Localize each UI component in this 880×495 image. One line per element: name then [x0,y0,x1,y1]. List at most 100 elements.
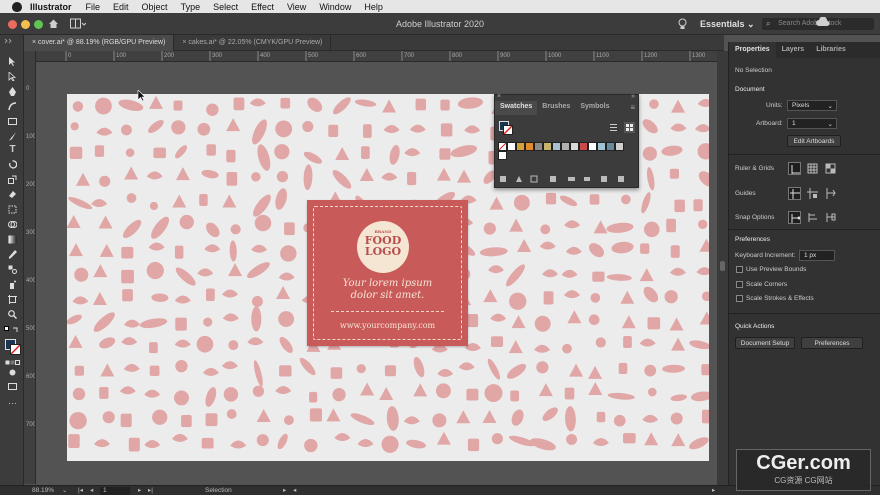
tab-cover[interactable]: × cover.ai* @ 88.19% (RGB/GPU Preview) [24,35,175,51]
menu-effect[interactable]: Effect [251,2,274,12]
menu-window[interactable]: Window [319,2,351,12]
next-artboard-icon[interactable]: ▸ [138,486,141,494]
tab-layers[interactable]: Layers [776,42,811,58]
zoom-tool-icon[interactable] [8,310,17,319]
apple-icon[interactable] [12,1,22,12]
swatch[interactable] [516,142,525,151]
logo-card[interactable]: BRAND FOOD LOGO Your lorem ipsum dolor s… [307,200,468,346]
swatch-none[interactable] [498,142,507,151]
menu-help[interactable]: Help [364,2,383,12]
swatch-registration[interactable] [507,142,516,151]
artboard-tool-icon[interactable] [8,295,17,304]
swatch[interactable] [543,142,552,151]
eyedropper-tool-icon[interactable] [8,250,17,259]
swatch[interactable] [606,142,615,151]
free-transform-tool-icon[interactable] [8,205,17,214]
tab-close-icon[interactable]: × [32,39,36,46]
swatch[interactable] [579,142,588,151]
scale-tool-icon[interactable] [8,175,17,184]
tab-brushes[interactable]: Brushes [537,101,575,115]
show-guides-icon[interactable] [788,187,801,200]
tab-libraries[interactable]: Libraries [810,42,852,58]
gradient-tool-icon[interactable] [8,235,17,244]
swatch[interactable] [561,142,570,151]
tab-symbols[interactable]: Symbols [575,101,614,115]
stroke-swatch[interactable] [503,125,513,135]
vertical-scrollbar[interactable] [717,51,728,485]
swatches-footer-icons[interactable] [498,175,633,184]
panel-collapse-icon[interactable]: » [631,93,635,100]
draw-mode-icon[interactable] [8,368,17,377]
preferences-button[interactable]: Preferences [801,337,863,349]
tab-close-icon[interactable]: × [182,39,186,46]
workspace-switcher[interactable]: Essentials ⌄ [700,19,755,30]
snap-to-point-icon[interactable] [788,211,801,224]
tab-cakes[interactable]: × cakes.ai* @ 22.05% (CMYK/GPU Preview) [174,35,332,51]
panel-close-icon[interactable]: × [497,93,501,100]
default-fill-stroke-icon[interactable] [4,326,21,336]
thumbnail-view-icon[interactable] [624,122,635,133]
lightbulb-icon[interactable] [678,18,687,30]
scale-strokes-checkbox[interactable] [736,295,743,302]
rectangle-tool-icon[interactable] [8,117,17,126]
first-artboard-icon[interactable]: |◂ [78,486,83,494]
status-menu-icon[interactable]: ▸ [283,486,286,494]
snap-to-grid-icon[interactable] [824,211,837,224]
swatch[interactable] [615,142,624,151]
blend-tool-icon[interactable] [8,265,17,274]
horizontal-ruler[interactable]: 0 100 200 300 400 500 600 700 800 900 10… [36,51,724,62]
grid-toggle-icon[interactable] [806,162,819,175]
curvature-tool-icon[interactable] [8,102,17,111]
scroll-left-icon[interactable]: ◂ [293,486,296,494]
edit-artboards-button[interactable]: Edit Artboards [787,135,841,147]
snap-to-pixel-icon[interactable] [806,211,819,224]
swatch[interactable] [570,142,579,151]
tab-properties[interactable]: Properties [729,42,776,58]
tab-swatches[interactable]: Swatches [495,101,538,115]
screen-mode-icon[interactable] [8,382,17,391]
lock-guides-icon[interactable] [806,187,819,200]
vertical-ruler[interactable]: 0 100 200 300 400 500 600 700 [24,51,36,484]
rotate-tool-icon[interactable] [8,160,17,169]
swatch[interactable] [534,142,543,151]
edit-toolbar-icon[interactable]: ··· [8,399,17,408]
swatch[interactable] [588,142,597,151]
paintbrush-tool-icon[interactable] [8,132,17,141]
prev-artboard-icon[interactable]: ◂ [90,486,93,494]
scroll-right-icon[interactable]: ▸ [712,486,715,494]
stroke-swatch[interactable] [10,344,21,355]
document-setup-button[interactable]: Document Setup [735,337,795,349]
units-dropdown[interactable]: Pixels ⌄ [787,100,837,111]
transparency-grid-icon[interactable] [824,162,837,175]
eraser-tool-icon[interactable] [8,190,17,199]
menu-file[interactable]: File [86,2,101,12]
artboard-field[interactable]: 1 ⌄ [787,118,837,129]
menu-view[interactable]: View [287,2,306,12]
app-menu[interactable]: Illustrator [30,2,72,12]
scroll-thumb[interactable] [720,261,725,271]
menu-object[interactable]: Object [142,2,168,12]
swatch[interactable] [498,151,507,160]
pen-tool-icon[interactable] [8,87,17,96]
selection-tool-icon[interactable] [8,57,17,66]
artboard-number[interactable]: 1 [100,487,130,495]
menu-select[interactable]: Select [213,2,238,12]
swatch[interactable] [552,142,561,151]
ruler-toggle-icon[interactable] [788,162,801,175]
list-view-icon[interactable] [609,123,618,132]
use-preview-bounds-checkbox[interactable] [736,266,743,273]
last-artboard-icon[interactable]: ▸| [148,486,153,494]
menu-edit[interactable]: Edit [113,2,129,12]
cloud-sync-icon[interactable] [816,17,830,27]
direct-selection-tool-icon[interactable] [8,72,17,81]
swatch[interactable] [597,142,606,151]
swatch[interactable] [525,142,534,151]
panel-collapse-icon[interactable] [3,38,21,44]
panel-menu-icon[interactable]: ≡ [630,103,635,112]
smart-guides-icon[interactable] [824,187,837,200]
type-tool-icon[interactable]: T [8,145,17,155]
zoom-level[interactable]: 88.19% [32,487,54,494]
chevron-down-icon[interactable]: ⌄ [62,486,67,494]
color-mode-icons[interactable] [5,360,20,365]
keyboard-increment-field[interactable]: 1 px [799,250,835,261]
